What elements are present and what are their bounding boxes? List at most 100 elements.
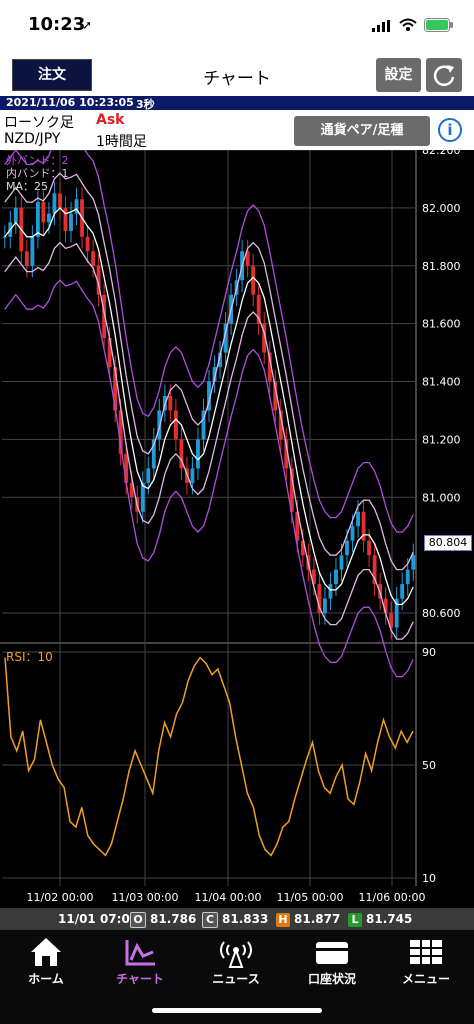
grid-menu-icon — [410, 940, 442, 964]
status-bar: 10:23 ➚ — [0, 0, 474, 50]
datetime: 2021/11/06 10:23:05 — [6, 96, 134, 109]
candle-body — [91, 251, 96, 266]
candle-body — [322, 598, 327, 614]
wifi-icon — [399, 18, 417, 31]
candle-body — [356, 511, 360, 527]
x-tick-label: 11/06 00:00 — [359, 891, 426, 904]
tab-news[interactable]: ニュース — [196, 936, 276, 987]
chart-canvas[interactable]: 82.200 82.000 81.800 81.600 81.400 81.200 81.0… — [0, 134, 474, 910]
candle-body — [24, 251, 29, 266]
price-side: Ask — [96, 112, 125, 128]
outer-band-lower — [4, 279, 414, 678]
candle-body — [328, 584, 333, 599]
x-tick-label: 11/02 00:00 — [27, 891, 94, 904]
candle-body — [168, 396, 173, 411]
tab-news-label: ニュース — [212, 972, 260, 986]
candle-body — [339, 555, 344, 570]
outer-band-upper — [4, 134, 414, 533]
info-bar: 2021/11/06 10:23:05 3秒 — [0, 96, 474, 111]
candle-type: ローソク足 — [4, 115, 74, 131]
candle-body — [400, 584, 405, 599]
candle-body — [30, 236, 35, 266]
chart-info: ローソク足 Ask NZD/JPY 1時間足 通貨ペア/足種 i — [0, 110, 474, 150]
low-value: 81.745 — [366, 912, 413, 926]
home-indicator — [152, 1008, 322, 1013]
y-tick-label: 81.600 — [422, 318, 461, 331]
card-icon — [316, 942, 348, 964]
antenna-icon — [220, 941, 252, 968]
candle-body — [345, 540, 349, 556]
y-tick-label: 81.200 — [422, 433, 461, 446]
candle-body — [13, 207, 18, 223]
y-tick-label: 82.000 — [422, 202, 461, 215]
ohlc-bar: 11/01 07:00 O 81.786 C 81.833 H 81.877 L 81.… — [0, 908, 474, 930]
current-price-tag: 80.804 — [424, 535, 472, 551]
legend-ma: MA：25 — [6, 180, 49, 193]
ohlc-time: 11/01 07:00 — [58, 912, 139, 926]
y-tick-label: 81.000 — [422, 491, 461, 504]
refresh-button[interactable] — [426, 58, 462, 92]
candle-body — [52, 193, 57, 214]
candle-body — [367, 540, 372, 556]
header-bar: 注文 チャート 設定 — [0, 50, 474, 96]
candle-body — [411, 555, 416, 570]
candle-body — [173, 410, 178, 440]
rsi-line — [4, 656, 414, 857]
y-tick-label: 81.400 — [422, 376, 461, 389]
inner-band-lower — [4, 241, 414, 640]
chart-area[interactable]: 82.200 82.000 81.800 81.600 81.400 81.200 81.0… — [0, 134, 474, 910]
close-value: 81.833 — [222, 912, 269, 926]
candle-body — [196, 439, 200, 469]
settings-button[interactable]: 設定 — [376, 58, 421, 92]
tab-menu-label: メニュー — [401, 972, 450, 986]
candle-body — [35, 202, 40, 237]
candle-body — [350, 526, 355, 541]
rsi-tick-label: 90 — [422, 646, 436, 659]
y-tick-label: 81.800 — [422, 260, 461, 273]
signal-icon — [372, 20, 390, 32]
open-tag: O — [130, 912, 146, 928]
candle-body — [85, 236, 90, 252]
rsi-label: RSI：10 — [6, 650, 53, 664]
candle-body — [146, 468, 151, 483]
tab-home-label: ホーム — [28, 972, 64, 986]
x-tick-label: 11/04 00:00 — [195, 891, 262, 904]
candle-body — [58, 193, 62, 208]
y-tick-label: 82.200 — [422, 150, 461, 157]
candle-body — [190, 468, 195, 483]
tab-account[interactable]: 口座状況 — [292, 936, 372, 987]
high-value: 81.877 — [294, 912, 341, 926]
candle-body — [334, 569, 338, 585]
low-tag: L — [348, 913, 362, 927]
candle-body — [2, 236, 7, 238]
tab-account-label: 口座状況 — [307, 972, 356, 986]
tab-chart[interactable]: チャート — [100, 936, 180, 987]
tab-menu[interactable]: メニュー — [386, 936, 466, 987]
clock: 10:23 — [28, 14, 86, 35]
page-title: チャート — [203, 69, 271, 89]
close-tag: C — [202, 912, 218, 928]
candle-body — [46, 213, 51, 223]
candle-body — [140, 482, 145, 512]
x-tick-label: 11/05 00:00 — [277, 891, 344, 904]
rsi-tick-label: 10 — [422, 872, 436, 885]
y-tick-label: 80.600 — [422, 607, 461, 620]
candle-body — [251, 265, 256, 295]
location-icon: ➚ — [82, 18, 93, 32]
tab-home[interactable]: ホーム — [6, 936, 86, 987]
battery-icon — [424, 18, 453, 32]
candle-body — [41, 202, 46, 223]
x-tick-label: 11/03 00:00 — [112, 891, 179, 904]
high-tag: H — [276, 913, 290, 927]
chart-icon — [125, 940, 155, 966]
open-value: 81.786 — [150, 912, 197, 926]
refresh-icon — [433, 65, 455, 86]
pair-timeframe-button[interactable]: 通貨ペア/足種 — [294, 116, 430, 146]
home-icon — [31, 938, 61, 966]
candle-body — [69, 213, 73, 232]
tab-chart-label: チャート — [116, 972, 164, 986]
candle-body — [405, 569, 410, 585]
timeframe: 1時間足 — [96, 134, 147, 150]
order-button[interactable]: 注文 — [12, 59, 92, 91]
info-icon[interactable]: i — [438, 118, 462, 142]
